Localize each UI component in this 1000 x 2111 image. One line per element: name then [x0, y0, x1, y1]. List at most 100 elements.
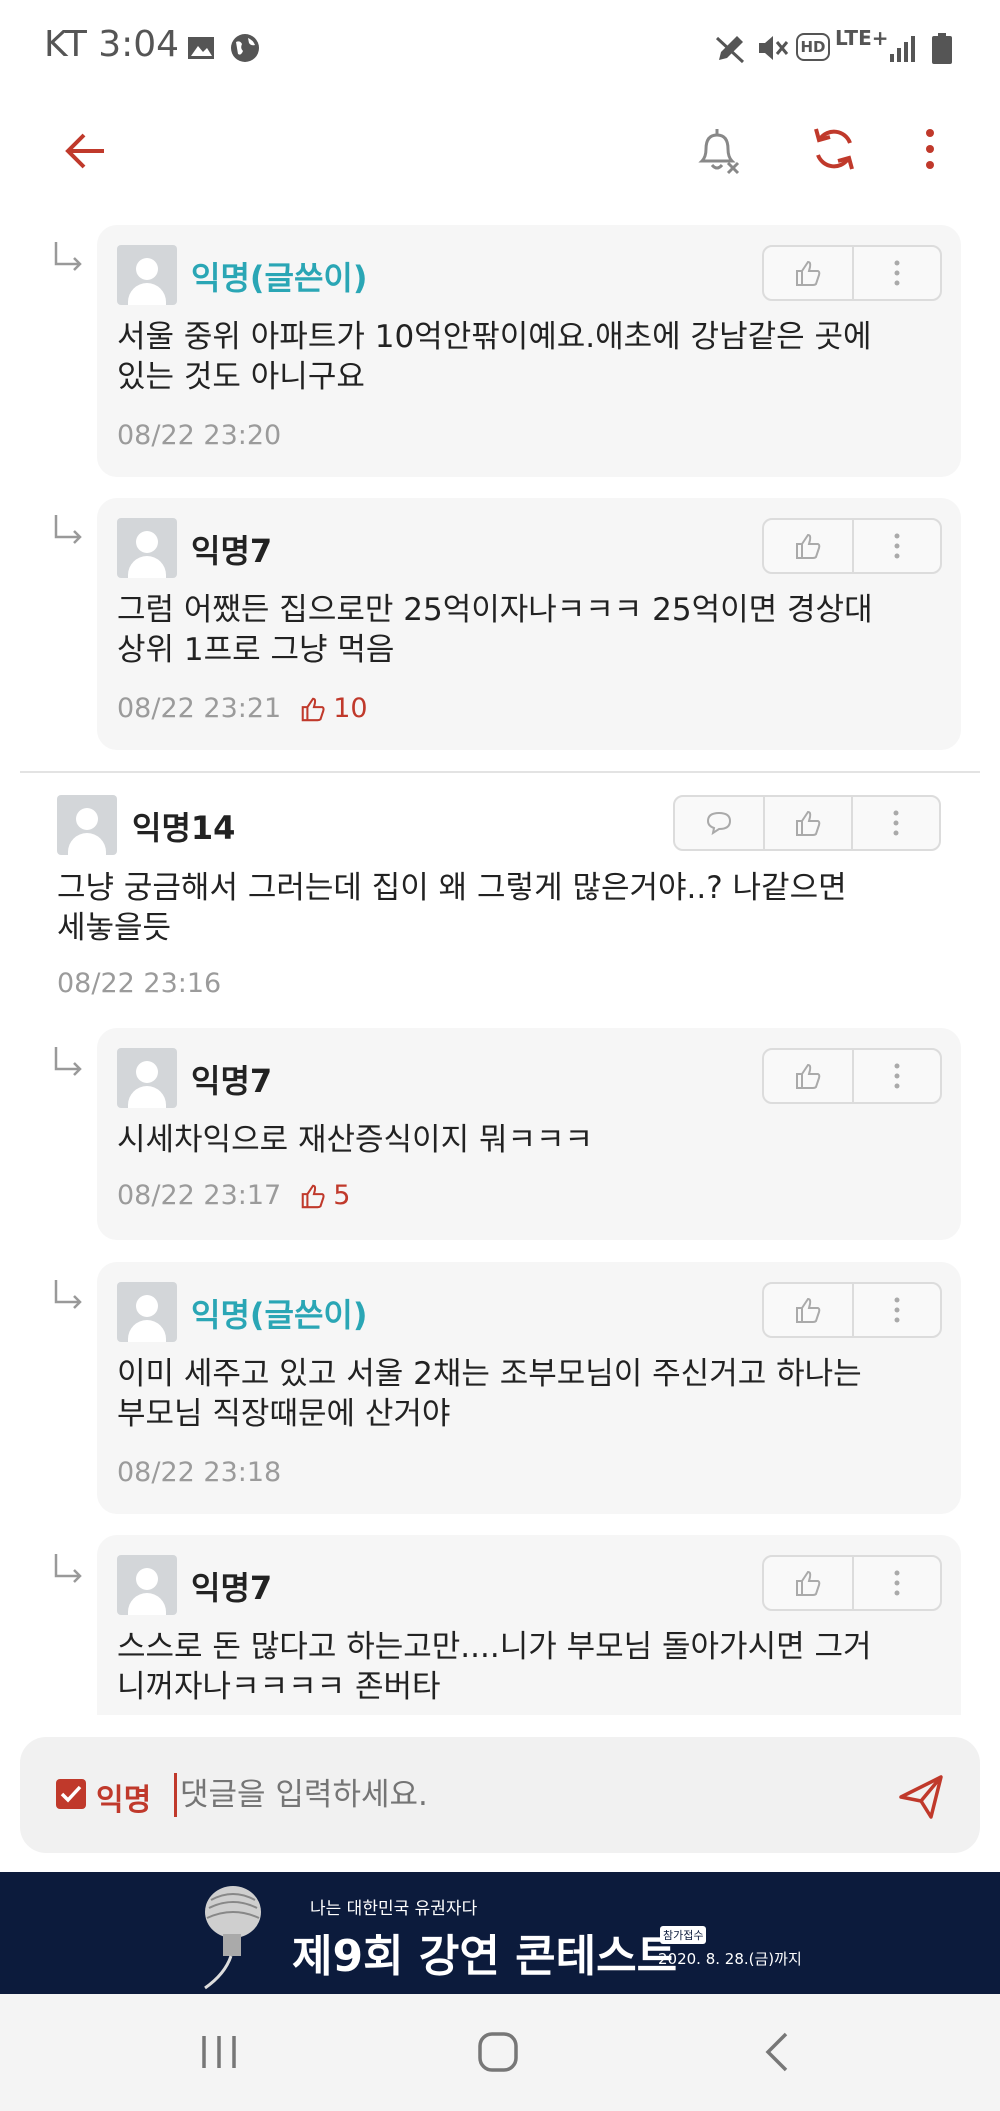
- like-button[interactable]: [764, 1284, 852, 1336]
- thumbs-up-icon: [796, 260, 821, 286]
- mute-icon: [759, 36, 789, 60]
- reply-arrow-icon: [54, 242, 82, 271]
- timestamp: 08/22 23:20: [117, 420, 282, 451]
- more-icon: [894, 260, 900, 286]
- globe-icon: [231, 34, 259, 62]
- reply-card: 익명7 시세차익으로 재산증식이지 뭐ㅋㅋㅋ 08/22 23:17 5: [97, 1028, 961, 1240]
- reply-arrow-icon: [54, 1047, 82, 1076]
- comment-input[interactable]: [180, 1767, 880, 1823]
- more-icon: [894, 533, 900, 559]
- avatar: [57, 795, 117, 855]
- back-icon[interactable]: [760, 2030, 794, 2074]
- comment-text-line: 상위 1프로 그냥 먹음: [117, 632, 395, 668]
- like-button[interactable]: [764, 1557, 852, 1609]
- comment-text-line: 스스로 돈 많다고 하는고만....니가 부모님 돌아가시면 그거: [117, 1629, 872, 1665]
- microphone-icon: [204, 1886, 261, 1990]
- comment-actions: [762, 1048, 942, 1104]
- recent-apps-icon[interactable]: [196, 2032, 242, 2072]
- comment-text-line: 이미 세주고 있고 서울 2채는 조부모님이 주신거고 하나는: [117, 1356, 862, 1392]
- timestamp: 08/22 23:17: [117, 1180, 282, 1211]
- author-name: 익명7: [191, 1569, 273, 1607]
- ad-banner[interactable]: 나는 대한민국 유권자다 제9회 강연 콘테스트 참가접수 2020. 8. 2…: [0, 1872, 1000, 1994]
- comment-more-button[interactable]: [852, 1050, 940, 1102]
- reply-card: 익명7 그럼 어쨌든 집으로만 25억이자나ㅋㅋㅋ 25억이면 경상대 상위 1…: [97, 498, 961, 750]
- reply-card: 익명7 스스로 돈 많다고 하는고만....니가 부모님 돌아가시면 그거 니꺼…: [97, 1535, 961, 1715]
- thumbs-up-icon: [796, 810, 821, 836]
- comment-more-button[interactable]: [852, 247, 940, 299]
- comment-actions: [762, 245, 942, 301]
- home-icon[interactable]: [476, 2030, 520, 2074]
- comment-actions: [762, 518, 942, 574]
- timestamp: 08/22 23:21: [117, 693, 282, 724]
- comment-meta: 08/22 23:20: [117, 420, 281, 451]
- carrier-time: KT 3:04: [44, 24, 180, 65]
- like-button[interactable]: [764, 247, 852, 299]
- anonymous-label: 익명: [96, 1783, 152, 1818]
- speech-bubble-icon: [706, 811, 732, 836]
- send-icon[interactable]: [897, 1773, 945, 1821]
- like-button[interactable]: [764, 1050, 852, 1102]
- reply-card: 익명(글쓴이) 서울 중위 아파트가 10억안팎이예요.애초에 강남같은 곳에 …: [97, 225, 961, 477]
- comment-input-bar: 익명: [20, 1737, 980, 1853]
- author-name: 익명14: [132, 809, 236, 847]
- comment-text-line: 니꺼자나ㅋㅋㅋㅋ 존버타: [117, 1669, 441, 1705]
- timestamp: 08/22 23:18: [117, 1457, 282, 1488]
- thumbs-up-icon: [796, 533, 821, 559]
- comment-more-button[interactable]: [852, 1284, 940, 1336]
- more-icon: [894, 1570, 900, 1596]
- check-icon: [60, 1785, 82, 1803]
- like-count: 5: [299, 1180, 350, 1211]
- banner-title: 제9회 강연 콘테스트: [292, 1931, 678, 1982]
- like-button[interactable]: [764, 520, 852, 572]
- reply-card: 익명(글쓴이) 이미 세주고 있고 서울 2채는 조부모님이 주신거고 하나는 …: [97, 1262, 961, 1514]
- avatar: [117, 245, 177, 305]
- thumbs-up-icon: [796, 1570, 821, 1596]
- comment-more-button[interactable]: [852, 520, 940, 572]
- comment-actions: [762, 1555, 942, 1611]
- author-name: 익명7: [191, 532, 273, 570]
- image-icon: [188, 37, 214, 59]
- comment-text-line: 부모님 직장때문에 산거야: [117, 1396, 451, 1432]
- divider: [20, 771, 980, 773]
- like-count-value: 10: [333, 693, 368, 724]
- more-icon[interactable]: [918, 123, 942, 175]
- comment-more-button[interactable]: [851, 797, 939, 849]
- like-button[interactable]: [763, 797, 851, 849]
- comment-text-line: 그럼 어쨌든 집으로만 25억이자나ㅋㅋㅋ 25억이면 경상대: [117, 592, 873, 628]
- comment-text-line: 세놓을듯: [57, 910, 172, 946]
- author-name: 익명(글쓴이): [191, 259, 368, 297]
- thumbs-up-icon: [301, 697, 325, 721]
- comment-meta: 08/22 23:17 5: [117, 1180, 350, 1211]
- reply-button[interactable]: [675, 797, 763, 849]
- comment-text-line: 그냥 궁금해서 그러는데 집이 왜 그렇게 많은거야..? 나같으면: [57, 870, 847, 906]
- cursor: [174, 1773, 177, 1817]
- refresh-icon[interactable]: [808, 123, 860, 175]
- system-nav-bar: [0, 1994, 1000, 2111]
- reply-arrow-icon: [54, 515, 82, 544]
- like-count-value: 5: [333, 1180, 351, 1211]
- comment-meta: 08/22 23:18: [117, 1457, 281, 1488]
- reply-arrow-icon: [54, 1280, 82, 1309]
- lte-icon: LTE+: [835, 26, 889, 50]
- anonymous-checkbox[interactable]: [56, 1779, 86, 1809]
- notification-off-icon[interactable]: [690, 123, 746, 179]
- banner-deadline: 2020. 8. 28.(금)까지: [658, 1950, 802, 1968]
- comment-item: 익명14 그냥 궁금해서 그러는데 집이 왜 그렇게 많은거야..? 나같으면 …: [0, 780, 1000, 1005]
- avatar: [117, 1048, 177, 1108]
- thumbs-up-icon: [301, 1184, 325, 1208]
- comment-text-line: 시세차익으로 재산증식이지 뭐ㅋㅋㅋ: [117, 1122, 594, 1158]
- comment-actions: [673, 795, 941, 851]
- comment-actions: [762, 1282, 942, 1338]
- avatar: [117, 518, 177, 578]
- avatar: [117, 1555, 177, 1615]
- more-icon: [894, 1063, 900, 1089]
- comment-more-button[interactable]: [852, 1557, 940, 1609]
- comment-meta: 08/22 23:16: [57, 968, 221, 999]
- avatar: [117, 1282, 177, 1342]
- hd-icon: HD: [796, 33, 830, 61]
- back-arrow-icon[interactable]: [62, 127, 110, 175]
- comment-text-line: 서울 중위 아파트가 10억안팎이예요.애초에 강남같은 곳에: [117, 319, 872, 355]
- banner-tagline: 나는 대한민국 유권자다: [310, 1899, 478, 1919]
- pen-icon: [715, 36, 745, 64]
- like-count: 10: [299, 693, 368, 724]
